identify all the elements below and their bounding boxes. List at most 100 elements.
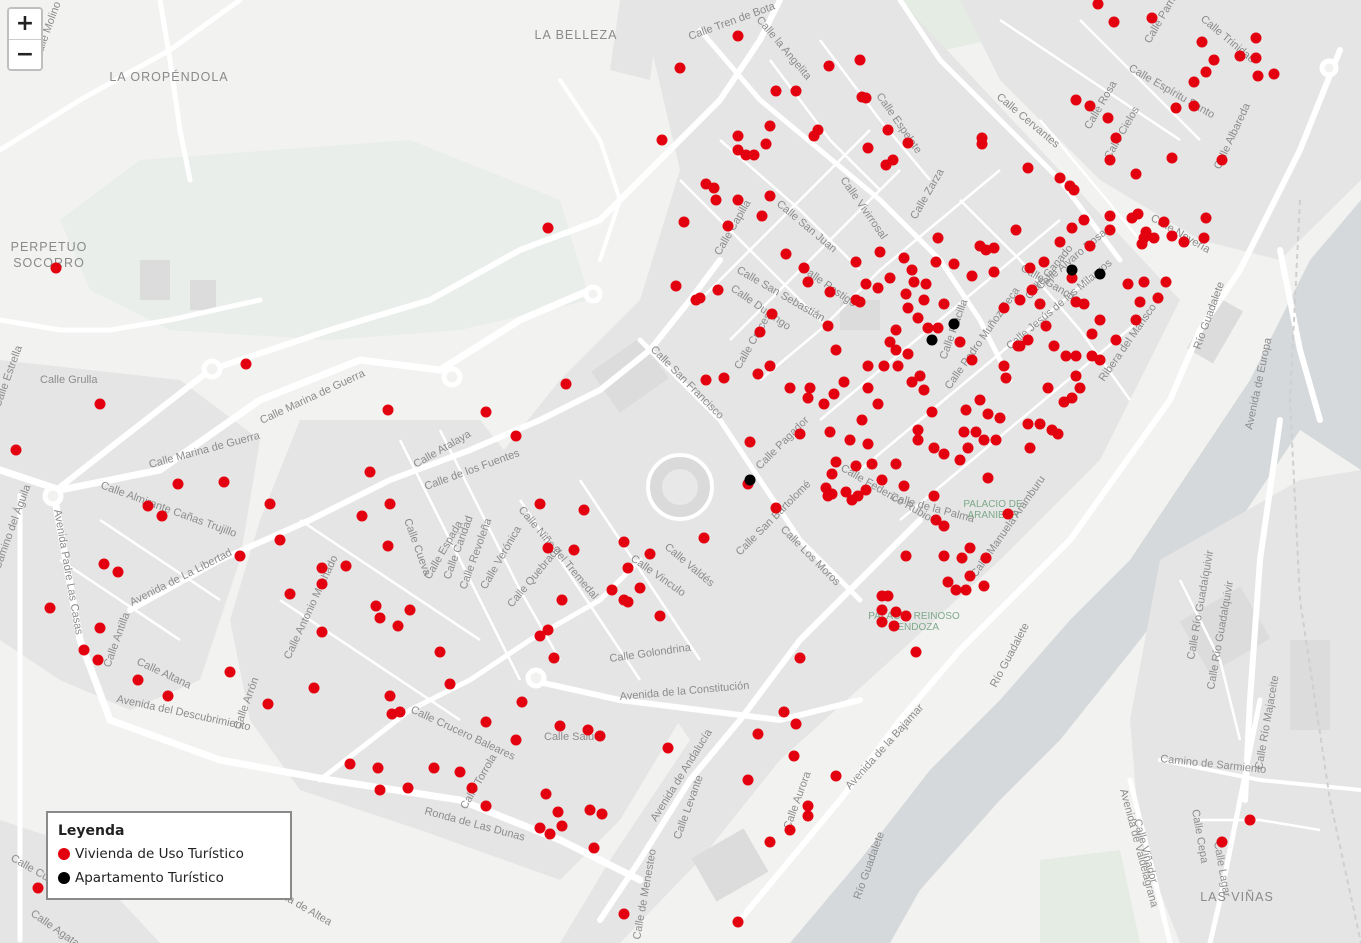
vivienda-turistica-marker[interactable] [480,800,492,812]
vivienda-turistica-marker[interactable] [950,584,962,596]
vivienda-turistica-marker[interactable] [784,382,796,394]
vivienda-turistica-marker[interactable] [748,149,760,161]
vivienda-turistica-marker[interactable] [966,354,978,366]
vivienda-turistica-marker[interactable] [788,750,800,762]
vivienda-turistica-marker[interactable] [876,474,888,486]
vivienda-turistica-marker[interactable] [1094,354,1106,366]
vivienda-turistica-marker[interactable] [784,824,796,836]
vivienda-turistica-marker[interactable] [978,434,990,446]
vivienda-turistica-marker[interactable] [172,478,184,490]
vivienda-turistica-marker[interactable] [1084,100,1096,112]
vivienda-turistica-marker[interactable] [948,258,960,270]
vivienda-turistica-marker[interactable] [240,358,252,370]
vivienda-turistica-marker[interactable] [830,456,842,468]
vivienda-turistica-marker[interactable] [930,256,942,268]
vivienda-turistica-marker[interactable] [926,406,938,418]
vivienda-turistica-marker[interactable] [1134,296,1146,308]
vivienda-turistica-marker[interactable] [900,288,912,300]
vivienda-turistica-marker[interactable] [94,398,106,410]
vivienda-turistica-marker[interactable] [534,630,546,642]
vivienda-turistica-marker[interactable] [1130,314,1142,326]
vivienda-turistica-marker[interactable] [1132,208,1144,220]
apartamento-turistico-marker[interactable] [1094,268,1106,280]
vivienda-turistica-marker[interactable] [1034,418,1046,430]
vivienda-turistica-marker[interactable] [370,600,382,612]
vivienda-turistica-marker[interactable] [44,602,56,614]
vivienda-turistica-marker[interactable] [988,266,1000,278]
vivienda-turistica-marker[interactable] [224,666,236,678]
vivienda-turistica-marker[interactable] [770,502,782,514]
vivienda-turistica-marker[interactable] [1022,162,1034,174]
vivienda-turistica-marker[interactable] [1250,32,1262,44]
vivienda-turistica-marker[interactable] [10,444,22,456]
vivienda-turistica-marker[interactable] [958,426,970,438]
vivienda-turistica-marker[interactable] [974,394,986,406]
vivienda-turistica-marker[interactable] [1250,52,1262,64]
vivienda-turistica-marker[interactable] [982,408,994,420]
vivienda-turistica-marker[interactable] [966,270,978,282]
vivienda-turistica-marker[interactable] [534,822,546,834]
vivienda-turistica-marker[interactable] [662,742,674,754]
vivienda-turistica-marker[interactable] [960,404,972,416]
vivienda-turistica-marker[interactable] [890,324,902,336]
vivienda-turistica-marker[interactable] [1188,100,1200,112]
vivienda-turistica-marker[interactable] [1152,292,1164,304]
vivienda-turistica-marker[interactable] [1104,154,1116,166]
vivienda-turistica-marker[interactable] [872,398,884,410]
vivienda-turistica-marker[interactable] [938,298,950,310]
vivienda-turistica-marker[interactable] [822,320,834,332]
vivienda-turistica-marker[interactable] [1070,370,1082,382]
vivienda-turistica-marker[interactable] [830,344,842,356]
vivienda-turistica-marker[interactable] [1104,224,1116,236]
vivienda-turistica-marker[interactable] [1060,350,1072,362]
vivienda-turistica-marker[interactable] [162,690,174,702]
vivienda-turistica-marker[interactable] [732,30,744,42]
vivienda-turistica-marker[interactable] [98,558,110,570]
vivienda-turistica-marker[interactable] [974,240,986,252]
vivienda-turistica-marker[interactable] [856,414,868,426]
vivienda-turistica-marker[interactable] [316,578,328,590]
vivienda-turistica-marker[interactable] [1042,382,1054,394]
vivienda-turistica-marker[interactable] [540,788,552,800]
vivienda-turistica-marker[interactable] [1158,216,1170,228]
vivienda-turistica-marker[interactable] [1054,172,1066,184]
vivienda-turistica-marker[interactable] [860,92,872,104]
vivienda-turistica-marker[interactable] [928,490,940,502]
vivienda-turistica-marker[interactable] [1160,276,1172,288]
vivienda-turistica-marker[interactable] [794,652,806,664]
vivienda-turistica-marker[interactable] [1074,382,1086,394]
vivienda-turistica-marker[interactable] [908,276,920,288]
vivienda-turistica-marker[interactable] [1066,222,1078,234]
vivienda-turistica-marker[interactable] [1000,372,1012,384]
vivienda-turistica-marker[interactable] [1094,314,1106,326]
vivienda-turistica-marker[interactable] [850,294,862,306]
vivienda-turistica-marker[interactable] [906,376,918,388]
vivienda-turistica-marker[interactable] [1084,240,1096,252]
vivienda-turistica-marker[interactable] [900,610,912,622]
vivienda-turistica-marker[interactable] [1092,0,1104,10]
vivienda-turistica-marker[interactable] [1086,328,1098,340]
vivienda-turistica-marker[interactable] [142,500,154,512]
vivienda-turistica-marker[interactable] [404,604,416,616]
vivienda-turistica-marker[interactable] [644,548,656,560]
vivienda-turistica-marker[interactable] [862,142,874,154]
vivienda-turistica-marker[interactable] [902,137,914,149]
vivienda-turistica-marker[interactable] [778,706,790,718]
vivienda-turistica-marker[interactable] [1054,236,1066,248]
vivienda-turistica-marker[interactable] [344,758,356,770]
vivienda-turistica-marker[interactable] [850,460,862,472]
vivienda-turistica-marker[interactable] [764,190,776,202]
vivienda-turistica-marker[interactable] [374,612,386,624]
vivienda-turistica-marker[interactable] [1216,836,1228,848]
apartamento-turistico-marker[interactable] [1066,264,1078,276]
vivienda-turistica-marker[interactable] [622,562,634,574]
vivienda-turistica-marker[interactable] [884,272,896,284]
vivienda-turistica-marker[interactable] [622,596,634,608]
vivienda-turistica-marker[interactable] [1022,418,1034,430]
vivienda-turistica-marker[interactable] [454,766,466,778]
vivienda-turistica-marker[interactable] [822,490,834,502]
vivienda-turistica-marker[interactable] [710,194,722,206]
vivienda-turistica-marker[interactable] [980,552,992,564]
vivienda-turistica-marker[interactable] [356,510,368,522]
vivienda-turistica-marker[interactable] [1122,278,1134,290]
